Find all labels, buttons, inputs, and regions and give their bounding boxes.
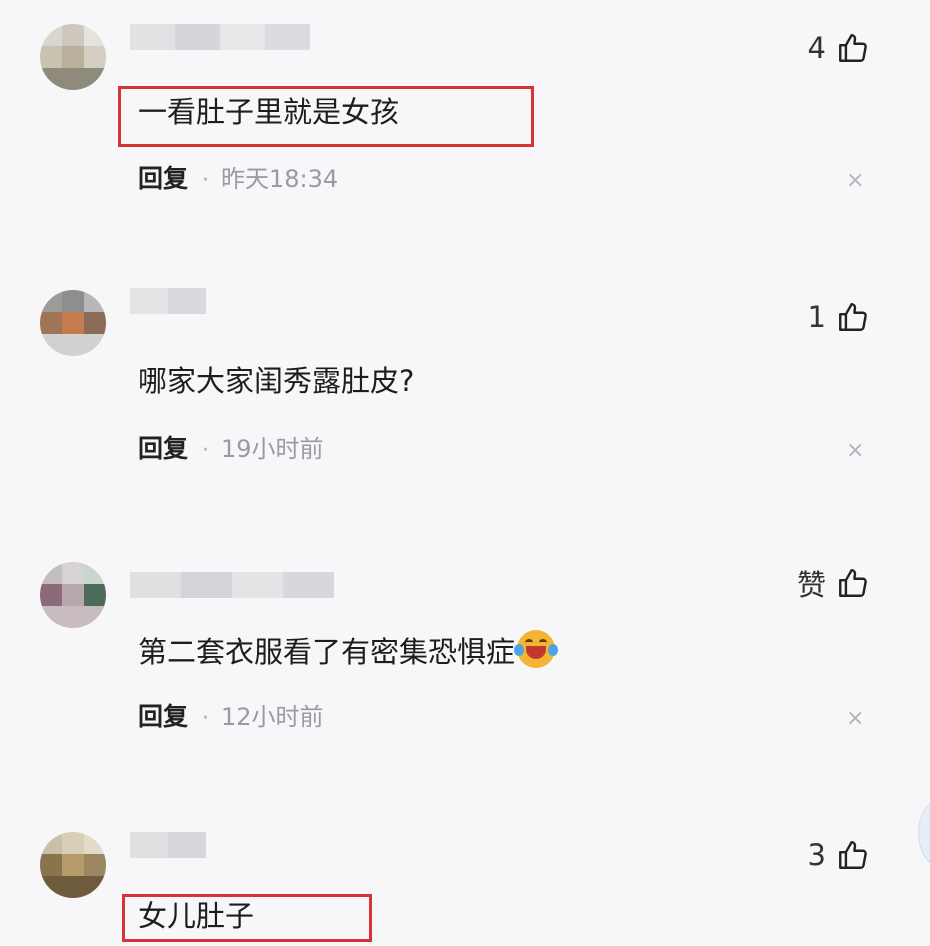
username-blurred[interactable] xyxy=(130,24,310,50)
like-button[interactable]: 4 xyxy=(808,28,870,68)
comment-meta: 回复 · 19小时前 xyxy=(138,434,324,467)
thumbs-up-icon xyxy=(836,838,870,872)
laughing-crying-emoji-icon xyxy=(514,630,559,668)
floating-button-edge[interactable] xyxy=(918,800,930,866)
separator: · xyxy=(202,706,210,731)
separator: · xyxy=(202,438,210,463)
username-blurred[interactable] xyxy=(130,832,206,858)
avatar[interactable] xyxy=(40,832,106,898)
comment-text: 一看肚子里就是女孩 xyxy=(138,95,400,129)
close-icon[interactable]: × xyxy=(846,706,864,731)
comment-text: 哪家大家闺秀露肚皮? xyxy=(138,364,415,398)
username-blurred[interactable] xyxy=(130,288,206,314)
comment-text-content: 第二套衣服看了有密集恐惧症 xyxy=(138,635,516,669)
comment-meta: 回复 · 昨天18:34 xyxy=(138,164,338,197)
separator: · xyxy=(202,168,210,193)
avatar[interactable] xyxy=(40,290,106,356)
timestamp: 12小时前 xyxy=(221,703,324,731)
comment-meta: 回复 · 12小时前 xyxy=(138,702,324,735)
avatar[interactable] xyxy=(40,562,106,628)
reply-button[interactable]: 回复 xyxy=(138,164,188,193)
like-count: 4 xyxy=(807,31,826,65)
thumbs-up-icon xyxy=(836,566,870,600)
like-label: 赞 xyxy=(796,568,826,602)
comment-text: 女儿肚子 xyxy=(138,899,255,933)
avatar[interactable] xyxy=(40,24,106,90)
username-blurred[interactable] xyxy=(130,572,334,598)
close-icon[interactable]: × xyxy=(846,438,864,463)
reply-button[interactable]: 回复 xyxy=(138,434,188,463)
like-count: 3 xyxy=(807,838,826,872)
thumbs-up-icon xyxy=(836,300,870,334)
like-button[interactable]: 3 xyxy=(808,835,870,875)
timestamp: 昨天18:34 xyxy=(221,165,339,193)
like-button[interactable]: 1 xyxy=(808,297,870,337)
comment-text: 第二套衣服看了有密集恐惧症 xyxy=(138,630,559,670)
close-icon[interactable]: × xyxy=(846,168,864,193)
thumbs-up-icon xyxy=(836,31,870,65)
like-count: 1 xyxy=(807,300,826,334)
like-button[interactable]: 赞 xyxy=(797,563,870,603)
reply-button[interactable]: 回复 xyxy=(138,702,188,731)
timestamp: 19小时前 xyxy=(221,435,324,463)
